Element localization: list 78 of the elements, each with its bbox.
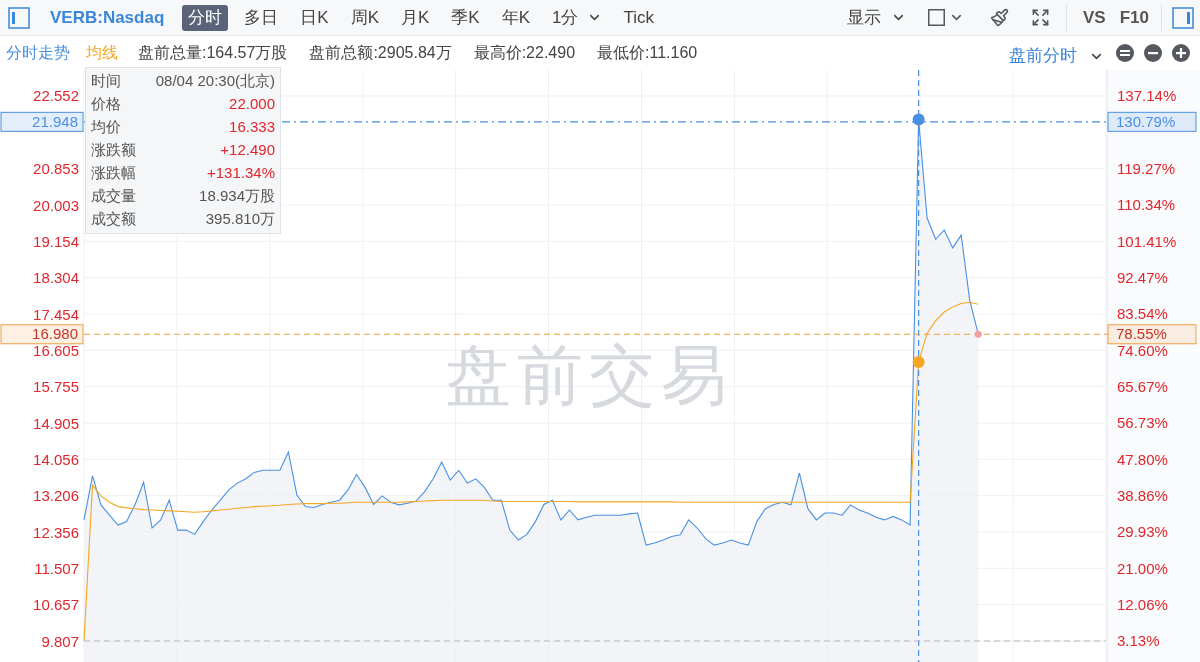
session-dropdown[interactable]: 盘前分时: [1009, 43, 1104, 69]
axis-label: 65.67%: [1117, 378, 1168, 396]
axis-label: 3.13%: [1117, 632, 1160, 650]
price-marker: 21.948: [0, 111, 84, 132]
axis-label: 11.507: [34, 559, 79, 577]
axis-label: 15.755: [33, 378, 79, 396]
tooltip-value: 395.810万: [205, 209, 275, 230]
tooltip-value: 22.000: [229, 94, 275, 115]
data-point: [912, 113, 925, 126]
compare-button[interactable]: VS: [1083, 4, 1106, 31]
expand-icon[interactable]: [1031, 8, 1050, 27]
tooltip-value: 08/04 20:30(北京): [155, 71, 275, 92]
axis-label: 10.657: [33, 596, 79, 614]
stat-text: 盘前总量:164.57万股: [138, 43, 288, 63]
percent-marker: 130.79%: [1107, 111, 1197, 132]
axis-label: 12.356: [33, 523, 79, 541]
axis-label: 29.93%: [1117, 523, 1168, 541]
axis-label: 21.00%: [1117, 559, 1168, 577]
tooltip-label: 价格: [91, 94, 121, 115]
tooltip-label: 均价: [91, 117, 121, 138]
tooltip-value: 18.934万股: [199, 186, 275, 207]
stat-text: 盘前总额:2905.84万: [309, 43, 452, 63]
axis-label: 13.206: [33, 487, 79, 505]
axis-label: 119.27%: [1117, 160, 1176, 178]
zoom-in-icon[interactable]: [1172, 44, 1190, 62]
data-point: [912, 356, 925, 369]
axis-label: 9.807: [41, 632, 79, 650]
period-tab[interactable]: 周K: [344, 4, 385, 31]
tooltip-label: 成交量: [91, 186, 136, 207]
tooltip-label: 成交额: [91, 209, 136, 230]
axis-label: 19.154: [33, 232, 79, 250]
tooltip-label: 时间: [91, 71, 121, 92]
axis-label: 20.853: [33, 160, 79, 178]
period-tab[interactable]: 季K: [445, 4, 486, 31]
symbol-title: VERB:Nasdaq: [50, 6, 165, 29]
zoom-out-icon[interactable]: [1144, 44, 1162, 62]
tooltip-value: 16.333: [229, 117, 275, 138]
stat-text: 最低价:11.160: [597, 43, 698, 63]
price-marker: 16.980: [0, 324, 84, 345]
axis-label: 18.304: [33, 269, 79, 287]
period-tab[interactable]: 多日: [238, 4, 285, 31]
style-dropdown[interactable]: [928, 9, 964, 26]
ref-line-label: 21.948: [32, 112, 78, 130]
axis-label: 20.003: [33, 196, 79, 214]
axis-label: 137.14%: [1117, 87, 1177, 105]
f10-button[interactable]: F10: [1119, 4, 1149, 31]
axis-label: 56.73%: [1117, 414, 1168, 432]
period-tab[interactable]: 年K: [495, 4, 537, 31]
axis-label: 17.454: [33, 305, 79, 323]
axis-label: 101.41%: [1117, 232, 1177, 250]
axis-label: 12.06%: [1117, 596, 1168, 614]
axis-label: 110.34%: [1117, 196, 1176, 214]
data-point: [974, 330, 982, 338]
period-tab[interactable]: 月K: [395, 4, 436, 31]
axis-label: 38.86%: [1117, 487, 1168, 505]
period-tab[interactable]: 1分: [546, 4, 608, 31]
panel-icon[interactable]: [8, 6, 30, 29]
percent-marker: 78.55%: [1107, 324, 1197, 345]
axis-label: 47.80%: [1117, 450, 1168, 468]
tooltip-label: 涨跌幅: [91, 163, 136, 184]
tooltip-value: +131.34%: [207, 163, 275, 184]
axis-label: 14.056: [33, 450, 79, 468]
brush-icon[interactable]: [990, 8, 1009, 27]
period-tab[interactable]: 日K: [294, 4, 335, 31]
tooltip-label: 涨跌额: [91, 140, 136, 161]
stat-text: 最高价:22.490: [473, 43, 576, 63]
period-tab[interactable]: Tick: [617, 4, 661, 31]
ref-line-label: 16.980: [32, 325, 78, 343]
axis-label: 92.47%: [1117, 269, 1168, 287]
panel-icon[interactable]: [1172, 6, 1194, 29]
tooltip-value: +12.490: [220, 140, 275, 161]
equal-icon[interactable]: [1116, 44, 1134, 62]
axis-label: 14.905: [33, 414, 79, 432]
period-tab[interactable]: 分时: [182, 4, 229, 31]
square-icon: [928, 9, 945, 26]
axis-label: 22.552: [33, 87, 79, 105]
display-dropdown[interactable]: 显示: [847, 4, 906, 31]
axis-label: 83.54%: [1117, 305, 1168, 323]
